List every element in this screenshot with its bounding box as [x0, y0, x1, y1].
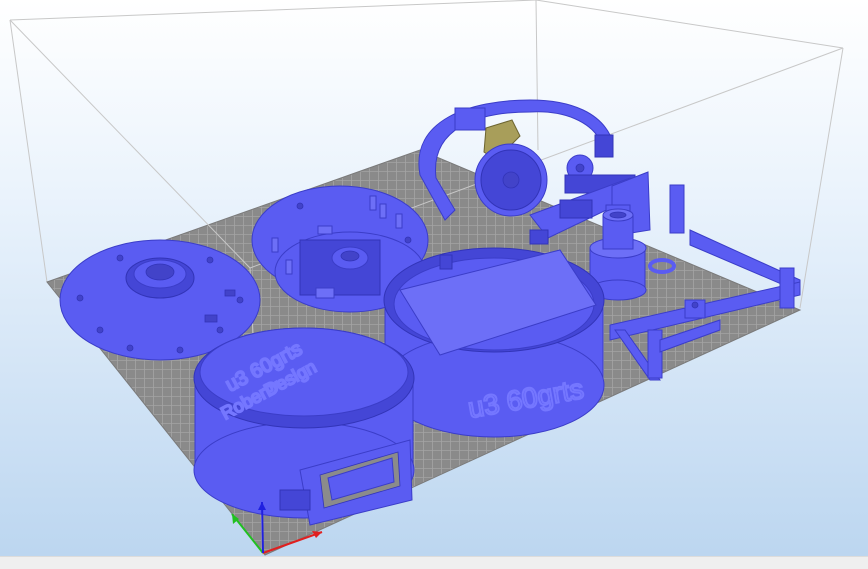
3d-viewport[interactable]: u3 60grts u3 60grts by RoberDesign [0, 0, 868, 556]
right-housing-part: u3 60grts [383, 247, 605, 438]
status-bar [0, 556, 868, 569]
left-housing-part: u3 60grts by RoberDesign [193, 327, 415, 526]
scene: u3 60grts u3 60grts by RoberDesign [9, 0, 844, 556]
